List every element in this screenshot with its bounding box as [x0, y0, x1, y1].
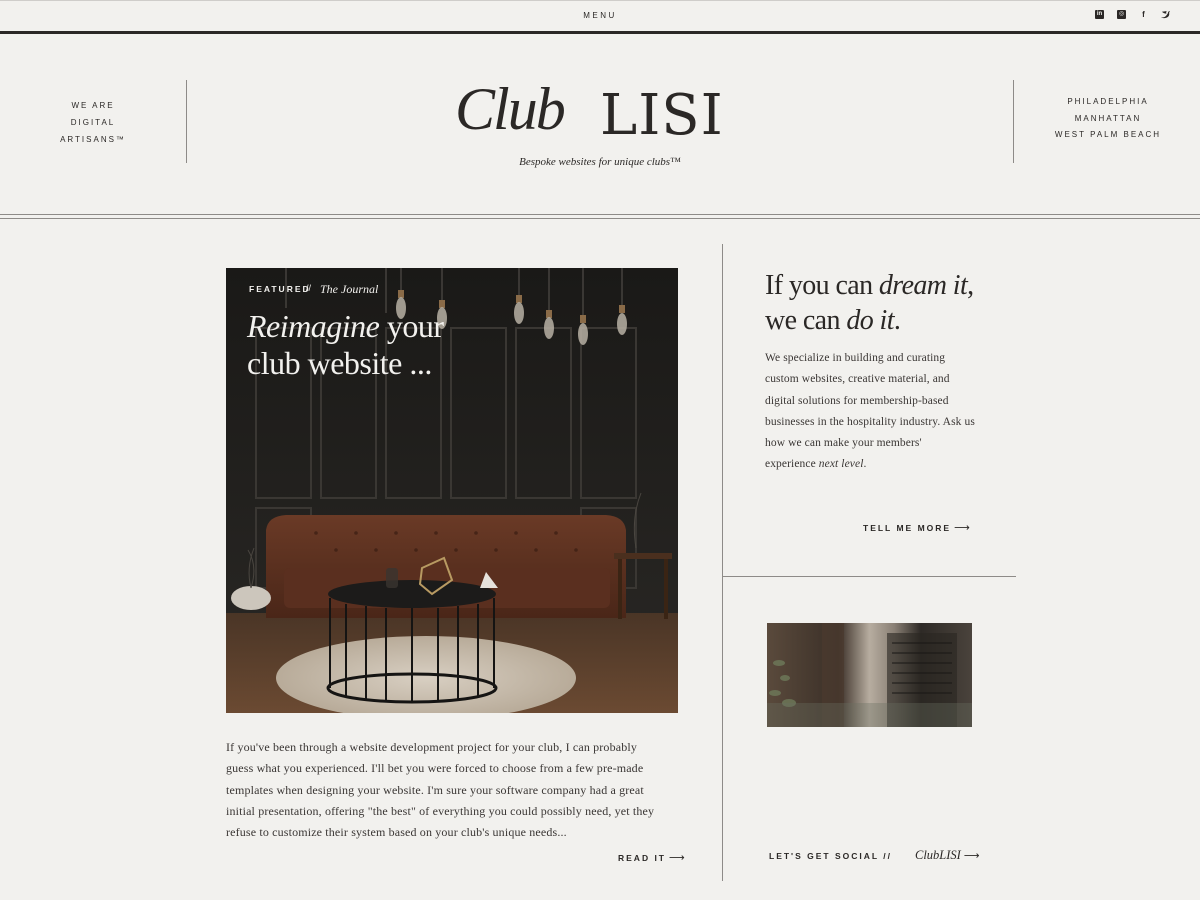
- read-it-label: READ IT: [618, 853, 666, 863]
- right-column-divider: [723, 576, 1016, 577]
- featured-article-image[interactable]: FEATURED // The Journal Reimagine your cl…: [226, 268, 678, 713]
- about-heading: If you can dream it, we can do it.: [765, 268, 1005, 338]
- site-tagline: Bespoke websites for unique clubs™: [519, 156, 681, 168]
- featured-title-line2: club website ...: [247, 345, 432, 381]
- menu-button[interactable]: MENU: [570, 11, 630, 20]
- social-label: LET'S GET SOCIAL //: [769, 851, 892, 861]
- twitter-icon[interactable]: [1161, 10, 1170, 19]
- linkedin-icon[interactable]: in: [1095, 10, 1104, 19]
- about-heading-punct: ,: [967, 270, 974, 301]
- about-body-text: We specialize in building and curating c…: [765, 352, 975, 471]
- about-heading-punct: .: [893, 305, 901, 336]
- motto-line: DIGITAL: [70, 118, 116, 127]
- site-logo[interactable]: Club LISI: [450, 75, 750, 155]
- social-photo: [767, 623, 972, 727]
- social-handle-link[interactable]: ClubLISI ⟶: [915, 848, 980, 863]
- about-heading-italic: dream it: [878, 270, 968, 301]
- header-left-motto: WE ARE DIGITAL ARTISANS™: [43, 97, 143, 148]
- motto-line: ARTISANS™: [60, 135, 126, 144]
- facebook-icon[interactable]: f: [1139, 10, 1148, 19]
- social-links: in ◎ f: [1095, 10, 1170, 19]
- social-handle: ClubLISI: [915, 848, 961, 862]
- arrow-right-icon: ⟶: [669, 851, 685, 864]
- tell-me-more-label: TELL ME MORE: [863, 523, 952, 533]
- about-body: We specialize in building and curating c…: [765, 348, 975, 476]
- featured-excerpt: If you've been through a website develop…: [226, 740, 655, 840]
- header-locations: PHILADELPHIA MANHATTAN WEST PALM BEACH: [1048, 94, 1168, 144]
- about-heading-italic: do it: [846, 305, 894, 336]
- featured-title[interactable]: Reimagine your club website ...: [247, 308, 507, 382]
- location-item: WEST PALM BEACH: [1054, 130, 1162, 139]
- featured-separator: //: [306, 283, 312, 293]
- column-divider: [722, 244, 723, 881]
- arrow-right-icon: ⟶: [954, 521, 970, 534]
- featured-title-rest: your: [379, 308, 444, 344]
- location-item: PHILADELPHIA: [1067, 97, 1149, 106]
- read-it-link[interactable]: READ IT ⟶: [618, 851, 685, 864]
- featured-label: FEATURED: [249, 284, 311, 294]
- logo-script: Club: [455, 76, 566, 142]
- featured-category[interactable]: The Journal: [320, 282, 378, 297]
- site-header: WE ARE DIGITAL ARTISANS™ Club LISI Bespo…: [0, 37, 1200, 219]
- header-divider-left: [186, 80, 187, 163]
- top-bar: MENU in ◎ f: [0, 0, 1200, 34]
- featured-title-italic: Reimagine: [247, 308, 380, 344]
- header-divider-right: [1013, 80, 1014, 163]
- about-heading-text: we can: [765, 305, 847, 336]
- about-body-italic: next level: [818, 458, 864, 471]
- about-heading-text: If you can: [765, 270, 879, 301]
- motto-line: WE ARE: [71, 101, 115, 110]
- about-body-end: .: [863, 458, 867, 471]
- tell-me-more-link[interactable]: TELL ME MORE ⟶: [863, 521, 970, 534]
- arrow-right-icon: ⟶: [963, 849, 980, 862]
- social-feed-image[interactable]: [767, 623, 972, 727]
- logo-caps: LISI: [600, 83, 724, 148]
- location-item: MANHATTAN: [1074, 113, 1142, 123]
- instagram-icon[interactable]: ◎: [1117, 10, 1126, 19]
